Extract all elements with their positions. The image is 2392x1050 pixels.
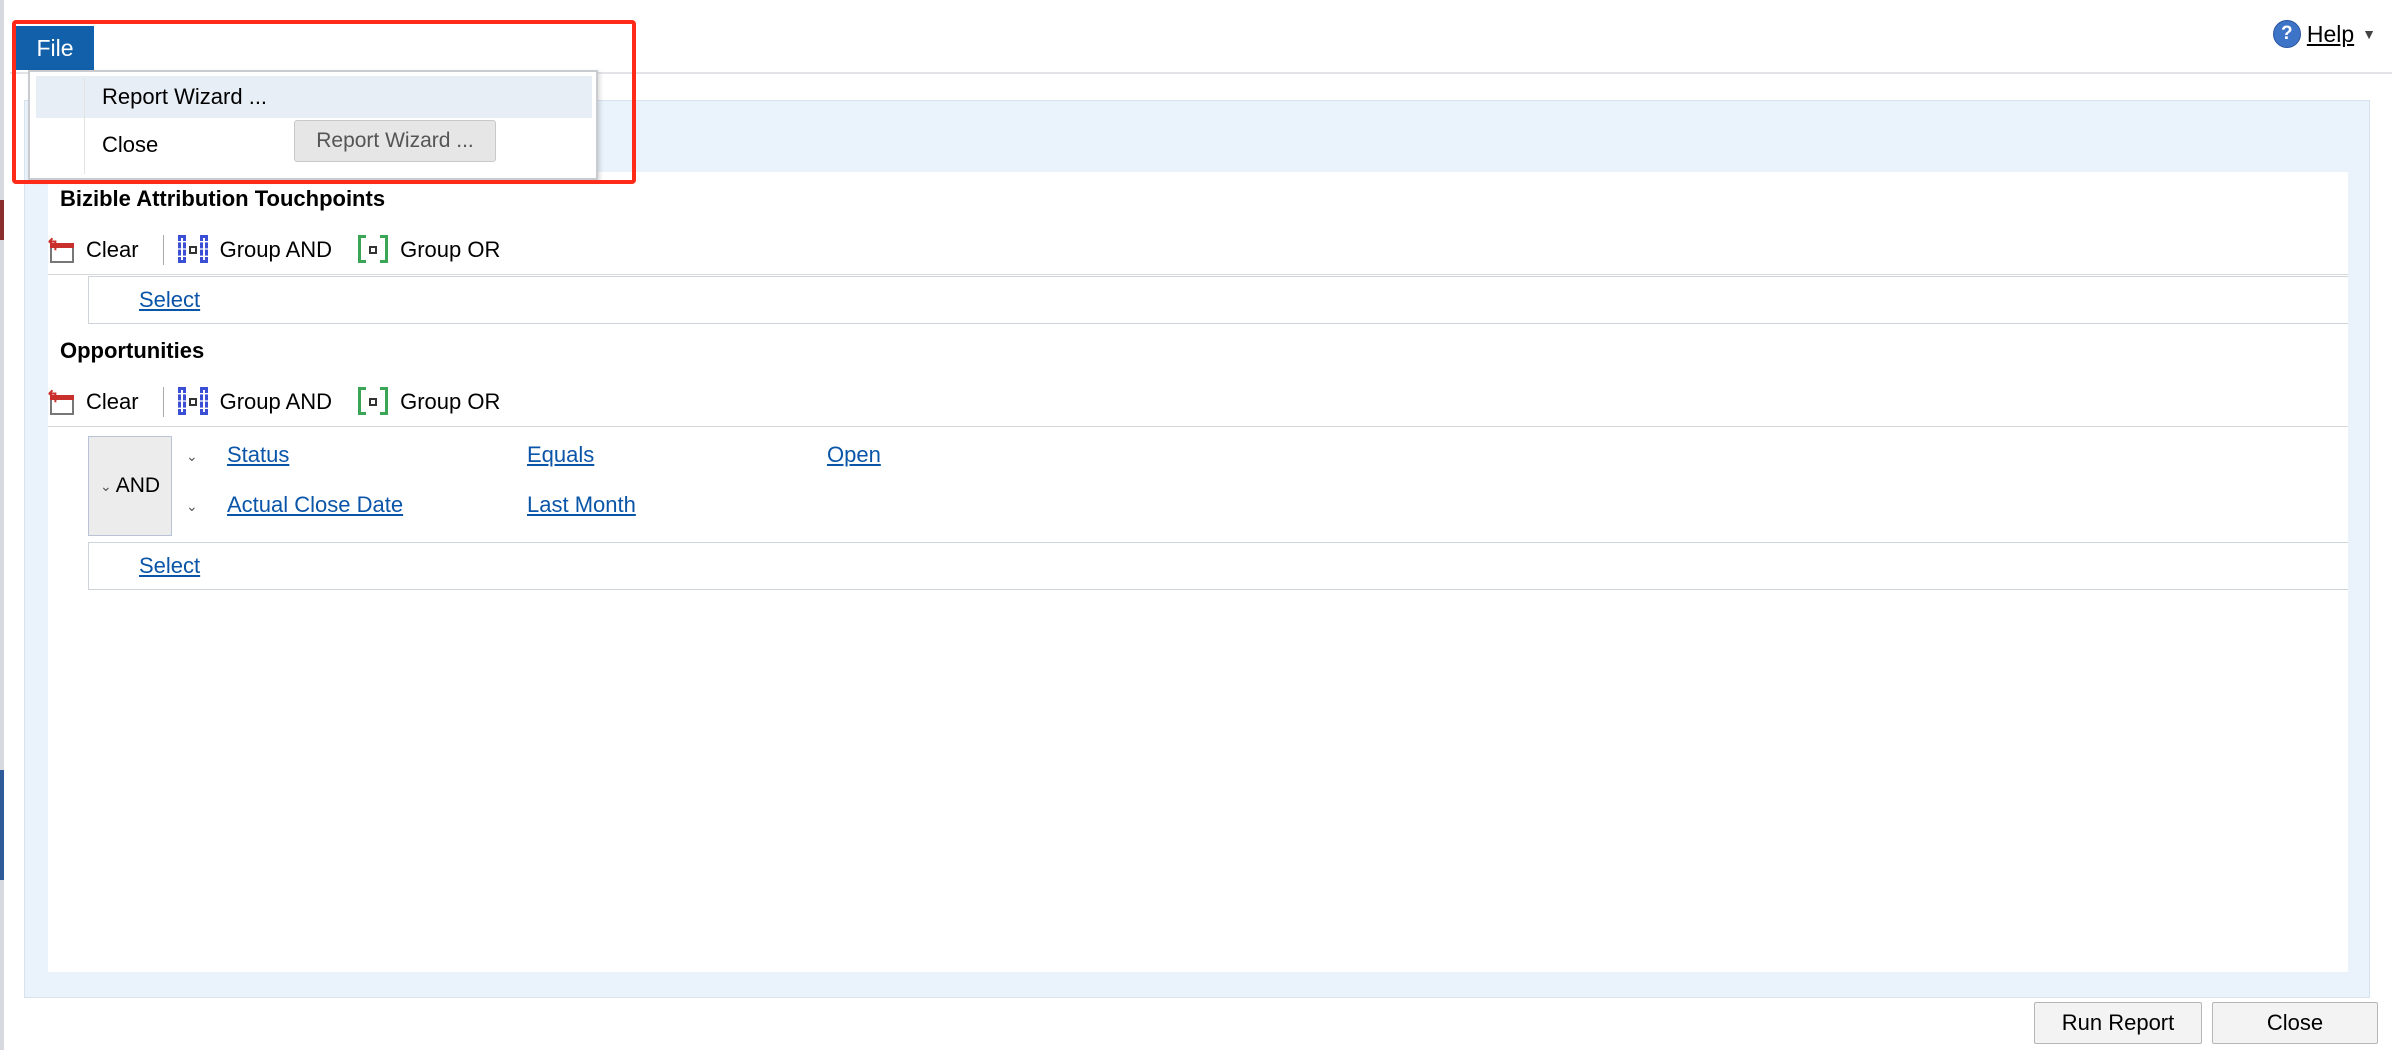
section-title-touchpoints: Bizible Attribution Touchpoints xyxy=(60,186,386,211)
clear-label: Clear xyxy=(86,389,139,414)
menu-gutter-divider xyxy=(84,78,85,174)
clear-icon: ↰ xyxy=(46,389,76,415)
group-or-button[interactable]: Group OR xyxy=(356,233,500,267)
opportunities-select-row: Select xyxy=(88,542,2348,590)
window-left-edge xyxy=(0,0,4,1050)
group-or-label: Group OR xyxy=(400,237,501,262)
chevron-down-icon[interactable]: ⌄ xyxy=(186,448,214,465)
menu-item-label: Close xyxy=(102,132,159,157)
help-menu[interactable]: ? Help ▼ xyxy=(2272,18,2376,50)
and-group-label: AND xyxy=(115,474,161,497)
group-and-button[interactable]: Group AND xyxy=(176,385,333,419)
toolbar-divider xyxy=(162,235,164,265)
group-and-icon xyxy=(176,233,210,267)
question-circle-icon: ? xyxy=(2272,20,2301,48)
group-and-icon xyxy=(176,385,210,419)
run-report-button[interactable]: Run Report xyxy=(2034,1002,2202,1044)
close-button[interactable]: Close xyxy=(2212,1002,2378,1044)
chevron-down-icon: ▼ xyxy=(2362,26,2376,42)
clear-label: Clear xyxy=(86,237,139,262)
clear-button[interactable]: ↰ Clear xyxy=(46,237,139,263)
file-menu-button[interactable]: File xyxy=(16,26,94,70)
window-left-edge-accent xyxy=(0,770,4,880)
select-link[interactable]: Select xyxy=(139,287,200,313)
condition-operator-link[interactable]: Equals xyxy=(527,442,594,468)
menu-item-label: Report Wizard ... xyxy=(102,84,268,109)
condition-value-link[interactable]: Open xyxy=(827,442,881,468)
group-or-button[interactable]: Group OR xyxy=(356,385,500,419)
help-label: Help xyxy=(2306,20,2355,47)
window-left-edge-accent xyxy=(0,200,4,240)
condition-operator-link[interactable]: Last Month xyxy=(527,492,636,518)
condition-field-link[interactable]: Status xyxy=(227,442,289,468)
and-group-toggle[interactable]: ⌄ AND xyxy=(88,436,172,536)
group-or-label: Group OR xyxy=(400,389,501,414)
select-link[interactable]: Select xyxy=(139,553,200,579)
chevron-down-icon: ⌄ xyxy=(99,477,112,494)
chevron-down-icon[interactable]: ⌄ xyxy=(186,498,214,515)
touchpoints-toolbar: ↰ Clear Group AND Group OR xyxy=(46,226,2348,275)
condition-field-link[interactable]: Actual Close Date xyxy=(227,492,403,518)
group-and-button[interactable]: Group AND xyxy=(176,233,333,267)
section-title-opportunities: Opportunities xyxy=(60,338,205,363)
clear-button[interactable]: ↰ Clear xyxy=(46,389,139,415)
group-or-icon xyxy=(356,233,390,267)
group-or-icon xyxy=(356,385,390,419)
clear-icon: ↰ xyxy=(46,237,76,263)
group-and-label: Group AND xyxy=(219,389,333,414)
menu-bar xyxy=(10,22,2392,74)
menu-item-report-wizard[interactable]: Report Wizard ... xyxy=(36,76,592,118)
toolbar-divider xyxy=(162,387,164,417)
tooltip: Report Wizard ... xyxy=(294,120,496,162)
touchpoints-select-row: Select xyxy=(88,276,2348,324)
group-and-label: Group AND xyxy=(219,237,333,262)
opportunities-toolbar: ↰ Clear Group AND Group OR xyxy=(46,378,2348,427)
